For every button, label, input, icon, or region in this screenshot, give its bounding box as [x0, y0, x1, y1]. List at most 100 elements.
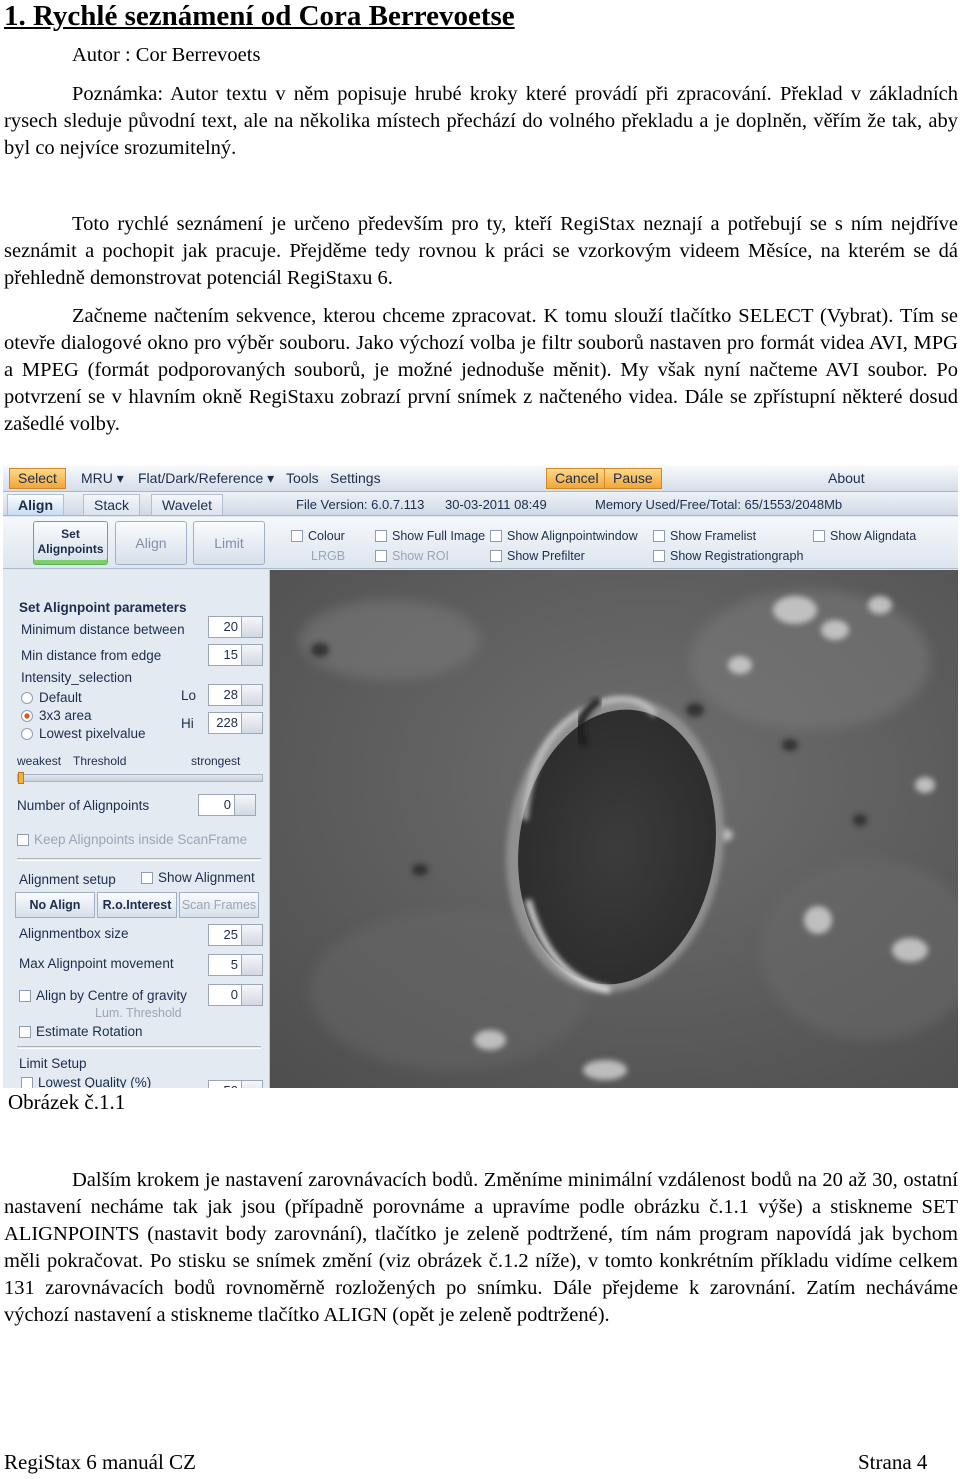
- box-size-label: Alignmentbox size: [19, 926, 129, 941]
- moon-crater-image: [270, 570, 958, 1088]
- show-roi-label: Show ROI: [392, 549, 449, 563]
- show-full-image-checkbox[interactable]: Show Full Image: [375, 529, 485, 543]
- ro-interest-button[interactable]: R.o.Interest: [97, 892, 177, 918]
- slider-knob[interactable]: [18, 772, 24, 784]
- radio-icon: [21, 728, 33, 740]
- tools-menu[interactable]: Tools: [286, 470, 319, 486]
- checkbox-icon: [490, 530, 502, 542]
- no-align-button[interactable]: No Align: [15, 892, 95, 918]
- show-alignpointwindow-checkbox[interactable]: Show Alignpointwindow: [490, 529, 638, 543]
- area-radio[interactable]: 3x3 area: [21, 708, 92, 723]
- scan-frames-button[interactable]: Scan Frames: [179, 892, 259, 918]
- show-aligndata-checkbox[interactable]: Show Aligndata: [813, 529, 916, 543]
- checkbox-icon: [813, 530, 825, 542]
- radio-icon: [21, 692, 33, 704]
- centre-gravity-checkbox[interactable]: Align by Centre of gravity: [19, 988, 187, 1003]
- lowest-radio[interactable]: Lowest pixelvalue: [21, 726, 146, 741]
- moon-image-view[interactable]: [270, 570, 958, 1088]
- lowest-quality-spinner[interactable]: 50: [208, 1080, 263, 1088]
- pause-button[interactable]: Pause: [604, 468, 662, 489]
- max-move-spinner[interactable]: 5: [208, 954, 263, 976]
- keep-inside-label: Keep Alignpoints inside ScanFrame: [34, 832, 248, 847]
- show-framelist-checkbox[interactable]: Show Framelist: [653, 529, 756, 543]
- number-alignpoints-spinner[interactable]: 0: [198, 794, 256, 816]
- memory-info: Memory Used/Free/Total: 65/1553/2048Mb: [595, 497, 843, 512]
- show-framelist-label: Show Framelist: [670, 529, 757, 543]
- align-paragraph: Dalším krokem je nastavení zarovnávacích…: [4, 1169, 958, 1326]
- lrgb-label: LRGB: [311, 549, 346, 563]
- tab-align[interactable]: Align: [7, 494, 64, 515]
- min-distance-spinner[interactable]: 20: [208, 616, 263, 638]
- min-edge-label: Min distance from edge: [21, 648, 162, 663]
- centre-gravity-spinner[interactable]: 0: [208, 984, 263, 1006]
- min-edge-spinner[interactable]: 15: [208, 644, 263, 666]
- footer-left: RegiStax 6 manuál CZ: [4, 1450, 196, 1474]
- box-size-spinner[interactable]: 25: [208, 924, 263, 946]
- lrgb-checkbox[interactable]: LRGB: [311, 549, 345, 563]
- checkbox-icon: [375, 530, 387, 542]
- set-alignpoints-button[interactable]: Set Alignpoints: [33, 521, 108, 565]
- lowest-quality-checkbox[interactable]: Lowest Quality (%): [21, 1075, 151, 1088]
- tab-stack[interactable]: Stack: [83, 494, 141, 515]
- min-distance-label: Minimum distance between: [21, 622, 185, 637]
- tab-wavelet[interactable]: Wavelet: [151, 494, 224, 515]
- show-aligndata-label: Show Aligndata: [830, 529, 917, 543]
- select-menu[interactable]: Select: [9, 468, 66, 489]
- alignment-setup-label: Alignment setup: [19, 872, 116, 887]
- hi-label: Hi: [181, 716, 194, 731]
- select-paragraph: Začneme načtením sekvence, kterou chceme…: [4, 305, 958, 435]
- author-line: Autor : Cor Berrevoets: [72, 44, 261, 66]
- alignment-mode-buttons: No Align R.o.Interest Scan Frames: [15, 892, 261, 918]
- figure-caption: Obrázek č.1.1: [8, 1090, 126, 1114]
- default-label: Default: [39, 690, 82, 705]
- note-paragraph: Poznámka: Autor textu v něm popisuje hru…: [4, 83, 958, 159]
- cancel-button[interactable]: Cancel: [546, 468, 608, 489]
- set-params-heading: Set Alignpoint parameters: [19, 600, 187, 615]
- settings-menu[interactable]: Settings: [330, 470, 381, 486]
- menu-bar: Select MRU ▾ Flat/Dark/Reference ▾ Tools…: [3, 466, 958, 492]
- default-radio[interactable]: Default: [21, 690, 82, 705]
- file-version: File Version: 6.0.7.113: [296, 497, 425, 512]
- colour-checkbox[interactable]: Colour: [291, 529, 345, 543]
- show-full-image-label: Show Full Image: [392, 529, 486, 543]
- threshold-label: Threshold: [73, 754, 127, 768]
- show-alignpointwindow-label: Show Alignpointwindow: [507, 529, 638, 543]
- file-date: 30-03-2011 08:49: [445, 497, 547, 512]
- show-prefilter-checkbox[interactable]: Show Prefilter: [490, 549, 585, 563]
- divider: [17, 858, 261, 861]
- checkbox-icon: [21, 1077, 33, 1088]
- checkbox-icon: [141, 872, 153, 884]
- estimate-rotation-label: Estimate Rotation: [36, 1024, 143, 1039]
- intensity-selection-label: Intensity_selection: [21, 670, 133, 685]
- align-toolbar: Set Alignpoints Align Limit Colour LRGB …: [3, 517, 958, 569]
- max-move-label: Max Alignpoint movement: [19, 956, 174, 971]
- flat-dark-reference-menu[interactable]: Flat/Dark/Reference ▾: [138, 470, 274, 487]
- estimate-rotation-checkbox[interactable]: Estimate Rotation: [19, 1024, 143, 1039]
- checkbox-icon: [375, 550, 387, 562]
- show-registrationgraph-checkbox[interactable]: Show Registrationgraph: [653, 549, 803, 563]
- weakest-label: weakest: [17, 754, 62, 768]
- tab-bar: Align Stack Wavelet File Version: 6.0.7.…: [3, 492, 958, 516]
- hi-spinner[interactable]: 228: [208, 712, 263, 734]
- show-alignment-checkbox[interactable]: Show Alignment: [141, 870, 255, 885]
- intro-paragraph: Toto rychlé seznámení je určeno předevší…: [4, 213, 958, 289]
- radio-selected-icon: [21, 710, 33, 722]
- lowest-quality-label: Lowest Quality (%): [38, 1075, 152, 1088]
- lo-label: Lo: [181, 688, 197, 703]
- colour-label: Colour: [308, 529, 345, 543]
- about-menu[interactable]: About: [828, 470, 865, 486]
- threshold-slider[interactable]: [17, 772, 263, 784]
- checkbox-icon: [291, 530, 303, 542]
- lo-spinner[interactable]: 28: [208, 684, 263, 706]
- number-alignpoints-label: Number of Alignpoints: [17, 798, 150, 813]
- centre-gravity-label: Align by Centre of gravity: [36, 988, 187, 1003]
- show-alignment-label: Show Alignment: [158, 870, 255, 885]
- show-roi-checkbox[interactable]: Show ROI: [375, 549, 449, 563]
- mru-menu[interactable]: MRU ▾: [81, 470, 124, 487]
- lowest-label: Lowest pixelvalue: [39, 726, 146, 741]
- checkbox-icon: [490, 550, 502, 562]
- limit-button[interactable]: Limit: [193, 521, 265, 565]
- keep-inside-checkbox[interactable]: Keep Alignpoints inside ScanFrame: [17, 832, 247, 847]
- align-button[interactable]: Align: [115, 521, 187, 565]
- registax-screenshot: Select MRU ▾ Flat/Dark/Reference ▾ Tools…: [3, 466, 958, 1088]
